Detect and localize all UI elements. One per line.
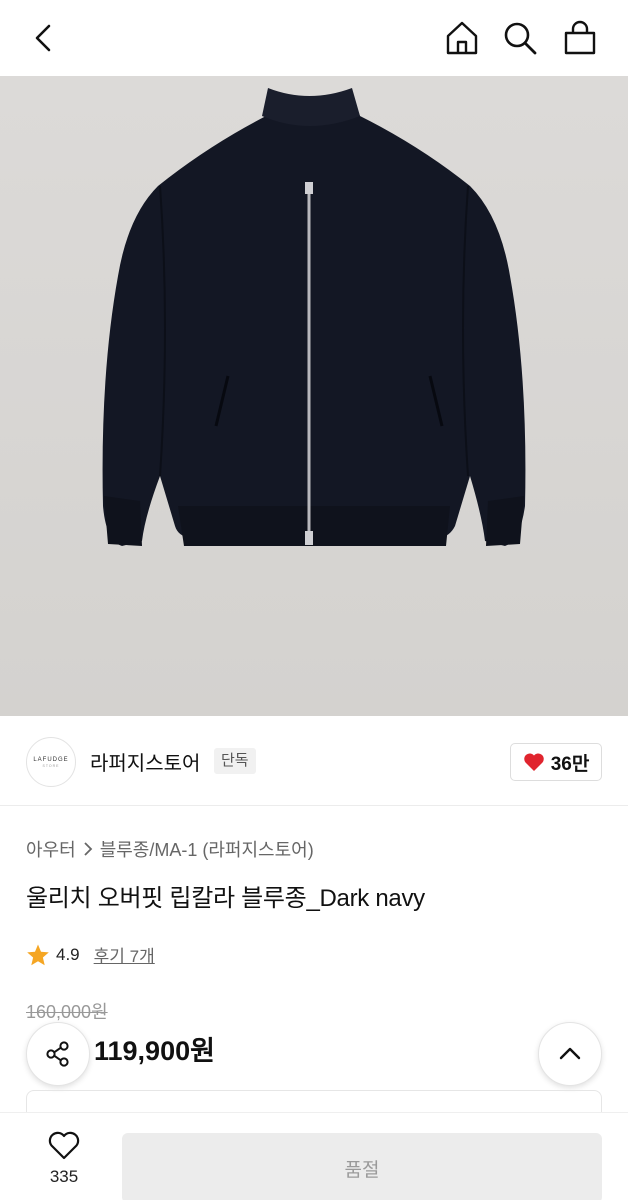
exclusive-badge: 단독: [214, 748, 256, 774]
rating-score: 4.9: [56, 944, 80, 964]
sold-out-button: 품절: [122, 1133, 602, 1200]
wishlist-count: 335: [49, 1167, 79, 1186]
sale-price: 119,900원: [94, 1036, 215, 1066]
jacket-illustration: [0, 76, 628, 716]
store-logo-subtext: STORE: [42, 763, 60, 768]
breadcrumb: 아우터 블루종/MA-1 (라퍼지스토어): [26, 836, 314, 862]
store-logo[interactable]: LAFUDGE STORE: [26, 737, 76, 787]
original-price: 160,000원: [26, 1002, 108, 1022]
store-logo-text: LAFUDGE: [33, 756, 69, 763]
share-button[interactable]: [26, 1022, 90, 1086]
shopping-bag-icon: [564, 20, 596, 55]
product-title: 울리치 오버핏 립칼라 블루종_Dark navy: [26, 885, 425, 912]
store-like-button[interactable]: 36만: [510, 743, 602, 781]
home-button[interactable]: [436, 12, 488, 64]
product-image[interactable]: [0, 76, 628, 716]
top-bar: [0, 0, 628, 76]
share-icon: [46, 1041, 69, 1067]
back-icon: [35, 24, 51, 52]
chevron-up-icon: [559, 1047, 581, 1060]
breadcrumb-item-outer[interactable]: 아우터: [26, 836, 76, 862]
chevron-right-icon: [84, 842, 92, 856]
review-count-link[interactable]: 후기 7개: [94, 942, 155, 967]
heart-filled-icon: [523, 753, 544, 771]
rating-row: 4.9 후기 7개: [26, 942, 155, 967]
scroll-top-button[interactable]: [538, 1022, 602, 1086]
sold-out-label: 품절: [344, 1159, 380, 1181]
star-icon: [27, 944, 49, 965]
bottom-action-bar: 335 품절: [0, 1112, 628, 1200]
store-name[interactable]: 라퍼지스토어: [90, 747, 200, 776]
store-row[interactable]: LAFUDGE STORE 라퍼지스토어 단독 36만: [0, 716, 628, 806]
home-icon: [446, 21, 478, 55]
search-button[interactable]: [494, 12, 546, 64]
cart-button[interactable]: [554, 12, 606, 64]
breadcrumb-item-category[interactable]: 블루종/MA-1 (라퍼지스토어): [100, 836, 314, 862]
heart-outline-icon: [48, 1131, 80, 1160]
search-icon: [504, 22, 537, 55]
store-like-count: 36만: [550, 753, 590, 775]
wishlist-button[interactable]: 335: [24, 1131, 104, 1197]
back-button[interactable]: [18, 12, 70, 64]
